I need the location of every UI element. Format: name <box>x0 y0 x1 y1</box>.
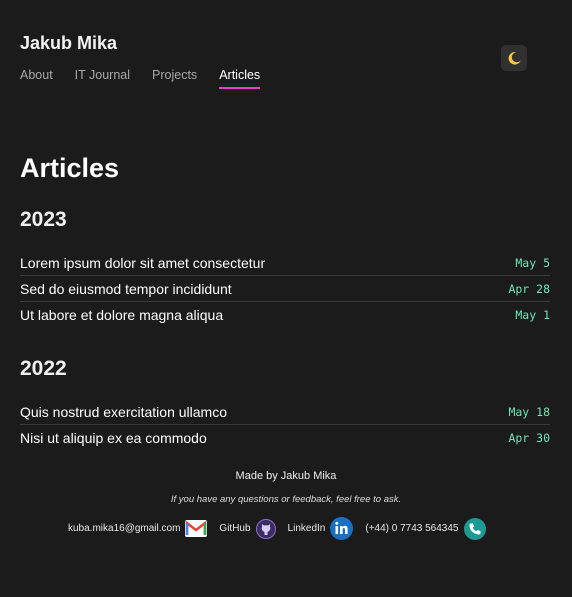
article-title[interactable]: Sed do eiusmod tempor incididunt <box>20 281 232 297</box>
article-date: May 18 <box>508 404 550 419</box>
contact-email[interactable]: kuba.mika16@gmail.com <box>68 520 208 537</box>
article-row[interactable]: Lorem ipsum dolor sit amet consectetur M… <box>20 250 550 276</box>
gmail-icon[interactable] <box>185 520 208 537</box>
article-title[interactable]: Nisi ut aliquip ex ea commodo <box>20 430 207 446</box>
article-title[interactable]: Lorem ipsum dolor sit amet consectetur <box>20 255 265 271</box>
article-date: Apr 28 <box>508 281 550 296</box>
article-date: Apr 30 <box>508 430 550 445</box>
article-date: May 5 <box>515 255 550 270</box>
nav-articles[interactable]: Articles <box>219 68 261 89</box>
theme-toggle-button[interactable] <box>501 45 527 71</box>
year-heading-2022: 2022 <box>20 357 67 380</box>
article-title[interactable]: Quis nostrud exercitation ullamco <box>20 404 227 420</box>
moon-icon <box>508 51 521 65</box>
nav-it-journal[interactable]: IT Journal <box>75 68 130 89</box>
contact-email-label[interactable]: kuba.mika16@gmail.com <box>68 523 180 534</box>
site-title[interactable]: Jakub Mika <box>20 33 117 54</box>
contact-links: kuba.mika16@gmail.com GitHub LinkedIn (+… <box>68 517 498 540</box>
contact-linkedin[interactable]: LinkedIn <box>288 517 354 540</box>
contact-github-label[interactable]: GitHub <box>219 523 250 534</box>
article-row[interactable]: Ut labore et dolore magna aliqua May 1 <box>20 302 550 327</box>
main-nav: About IT Journal Projects Articles <box>20 68 282 89</box>
contact-github[interactable]: GitHub <box>219 518 276 539</box>
contact-linkedin-label[interactable]: LinkedIn <box>288 523 326 534</box>
linkedin-icon[interactable] <box>330 517 354 540</box>
article-row[interactable]: Nisi ut aliquip ex ea commodo Apr 30 <box>20 425 550 450</box>
article-row[interactable]: Quis nostrud exercitation ullamco May 18 <box>20 399 550 425</box>
article-date: May 1 <box>515 307 550 322</box>
github-icon[interactable] <box>255 518 276 539</box>
footer-made-by: Made by Jakub Mika <box>235 470 337 482</box>
article-title[interactable]: Ut labore et dolore magna aliqua <box>20 307 223 323</box>
nav-projects[interactable]: Projects <box>152 68 197 89</box>
article-row[interactable]: Sed do eiusmod tempor incididunt Apr 28 <box>20 276 550 302</box>
nav-about[interactable]: About <box>20 68 53 89</box>
contact-phone[interactable]: (+44) 0 7743 564345 <box>365 517 486 540</box>
footer-note: If you have any questions or feedback, f… <box>170 494 402 505</box>
phone-icon[interactable] <box>463 517 486 540</box>
article-list-2023: Lorem ipsum dolor sit amet consectetur M… <box>20 250 550 327</box>
article-list-2022: Quis nostrud exercitation ullamco May 18… <box>20 399 550 450</box>
year-heading-2023: 2023 <box>20 208 67 231</box>
contact-phone-label[interactable]: (+44) 0 7743 564345 <box>365 523 458 534</box>
page-title: Articles <box>20 153 120 183</box>
